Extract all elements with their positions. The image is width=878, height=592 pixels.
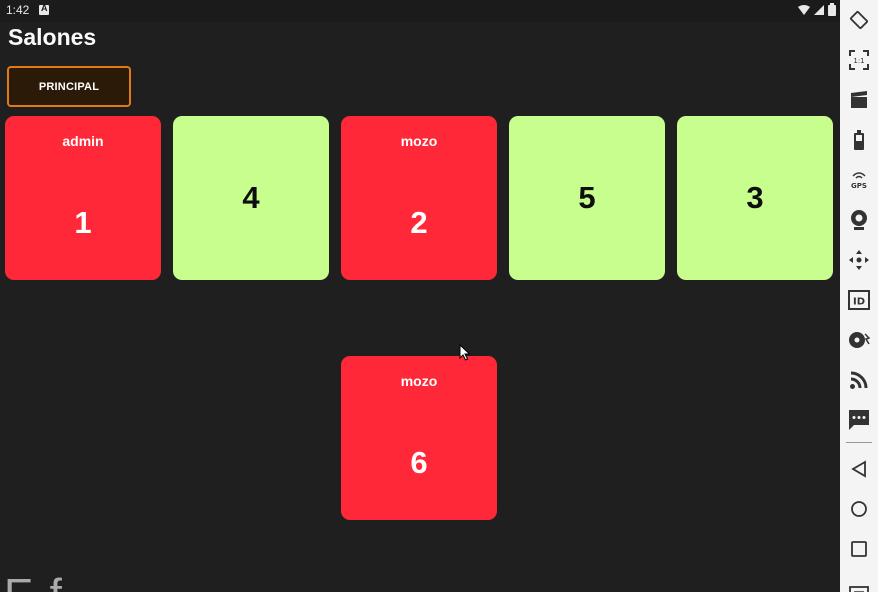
- table-card-4[interactable]: 4: [173, 116, 329, 280]
- dpad-icon[interactable]: [840, 243, 878, 277]
- fingerprint-icon[interactable]: [840, 323, 878, 357]
- table-number: 2: [410, 205, 428, 240]
- screen-record-icon[interactable]: [840, 83, 878, 117]
- camera-icon[interactable]: [840, 203, 878, 237]
- back-icon[interactable]: [840, 452, 878, 486]
- status-bar: 1:42: [0, 0, 840, 22]
- status-time: 1:42: [6, 3, 30, 17]
- toolbar-divider: [846, 442, 872, 443]
- table-card-5[interactable]: 5: [509, 116, 665, 280]
- table-number: 3: [746, 180, 764, 215]
- table-number: 1: [74, 205, 92, 240]
- ratio-label: 1:1: [853, 57, 864, 65]
- app-screen: Salones PRINCIPAL admin 1 4 mozo 2 5 3 m…: [0, 22, 840, 592]
- table-user: admin: [62, 133, 104, 149]
- home-icon[interactable]: [840, 492, 878, 526]
- table-number: 6: [410, 445, 428, 480]
- gps-icon[interactable]: GPS: [840, 163, 878, 197]
- table-card-1[interactable]: admin 1: [5, 116, 161, 280]
- id-label: ID: [853, 297, 865, 308]
- wifi-icon: [798, 4, 810, 15]
- bottom-partial-text: E f: [4, 570, 64, 592]
- table-number: 4: [242, 180, 260, 215]
- signal-icon: [814, 4, 824, 15]
- table-user: mozo: [400, 373, 438, 389]
- menu-icon[interactable]: [840, 572, 878, 592]
- table-number: 5: [578, 180, 596, 215]
- table-card-6[interactable]: mozo 6: [341, 356, 497, 520]
- tab-principal[interactable]: PRINCIPAL: [7, 66, 131, 107]
- page-title: Salones: [8, 24, 97, 50]
- emulator-toolbar: 1:1 GPS ID: [840, 0, 878, 592]
- table-user: mozo: [400, 133, 438, 149]
- battery-icon[interactable]: [840, 123, 878, 157]
- sms-icon[interactable]: [840, 403, 878, 437]
- id-icon[interactable]: ID: [840, 283, 878, 317]
- mouse-cursor-icon: [459, 344, 471, 361]
- broadcast-icon[interactable]: [840, 363, 878, 397]
- battery-status-icon: [828, 3, 836, 16]
- one-to-one-icon[interactable]: 1:1: [840, 43, 878, 77]
- recents-icon[interactable]: [840, 532, 878, 566]
- gps-label: GPS: [851, 182, 867, 190]
- notification-icon: [39, 3, 49, 15]
- table-card-3[interactable]: 3: [677, 116, 833, 280]
- rotate-icon[interactable]: [840, 3, 878, 37]
- table-card-2[interactable]: mozo 2: [341, 116, 497, 280]
- status-icons: [798, 3, 836, 16]
